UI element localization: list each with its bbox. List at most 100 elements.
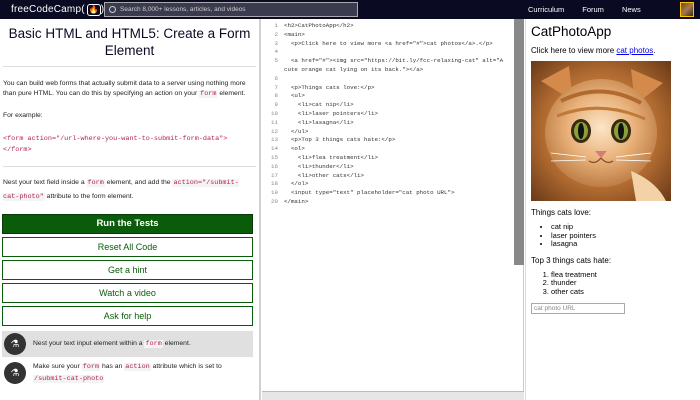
line-number: 13	[271, 136, 278, 144]
test-item: ⚗ Nest your text input element within a …	[2, 331, 253, 357]
flask-icon: ⚗	[4, 333, 26, 355]
code-text: </ol>	[284, 180, 309, 188]
challenge-instructions: Nest your text field inside a form eleme…	[3, 176, 255, 204]
freecodecamp-logo[interactable]: freeCodeCamp( 🔥 )	[11, 3, 104, 16]
line-number: 4	[274, 48, 278, 56]
code-text: <li>laser pointers</li>	[284, 110, 378, 117]
code-text: <li>flea treatment</li>	[284, 154, 378, 161]
inline-code: form	[86, 179, 105, 187]
reset-code-button[interactable]: Reset All Code	[2, 237, 253, 257]
code-text: <ul>	[284, 92, 305, 100]
editor-horizontal-scrollbar[interactable]	[262, 391, 524, 400]
line-number: 16	[271, 162, 278, 170]
cat-image[interactable]	[531, 61, 671, 201]
flame-icon: 🔥	[86, 3, 101, 16]
cat-photos-link[interactable]: cat photos	[616, 46, 653, 55]
line-number: 20	[271, 198, 278, 205]
search-icon	[109, 6, 116, 13]
top-nav: freeCodeCamp( 🔥 ) Search 8,000+ lessons,…	[0, 0, 700, 19]
code-line[interactable]: 19 <input type="text" placeholder="cat p…	[262, 188, 523, 197]
code-text: <input type="text" placeholder="cat phot…	[284, 189, 455, 197]
code-line[interactable]: 17 <li>other cats</li>	[262, 171, 523, 180]
flask-icon: ⚗	[4, 362, 26, 384]
preview-panel: CatPhotoApp Click here to view more cat …	[525, 19, 700, 400]
code-line[interactable]: 20 </main>	[262, 197, 523, 206]
preview-paragraph: Click here to view more cat photos.	[531, 46, 700, 55]
run-tests-button[interactable]: Run the Tests	[2, 214, 253, 234]
code-line[interactable]: 3 <p>Click here to view more <a href="#"…	[262, 39, 523, 48]
line-number: 6	[274, 74, 278, 82]
code-text: </main>	[284, 198, 309, 205]
list-item: lasagna	[551, 239, 700, 249]
example-code: <form action="/url-where-you-want-to-sub…	[3, 134, 255, 156]
code-text: <ol>	[284, 145, 305, 153]
challenge-panel: Basic HTML and HTML5: Create a Form Elem…	[0, 19, 261, 400]
code-text: <main>	[284, 30, 305, 38]
instr-text: Nest your text field inside a	[3, 179, 87, 186]
cat-photo-url-input[interactable]: cat photo URL	[531, 303, 625, 314]
code-line[interactable]: 7 <p>Things cats love:</p>	[262, 83, 523, 92]
code-line[interactable]: 10 <li>laser pointers</li>	[262, 109, 523, 118]
code-text: <h2>CatPhotoApp</h2>	[284, 22, 354, 29]
code-text: <li>lasagna</li>	[284, 118, 354, 126]
code-text: <p>Things cats love:</p>	[284, 83, 375, 91]
inline-code: form	[199, 90, 218, 98]
inline-code: form	[144, 340, 163, 348]
search-placeholder: Search 8,000+ lessons, articles, and vid…	[120, 6, 246, 13]
code-text: <li>other cats</li>	[284, 171, 365, 179]
instr-text: element, and add the	[104, 179, 173, 186]
code-text: <li>thunder</li>	[284, 162, 354, 170]
search-input[interactable]: Search 8,000+ lessons, articles, and vid…	[104, 2, 358, 17]
code-text: <p>Top 3 things cats hate:</p>	[284, 136, 396, 144]
list-item: other cats	[551, 287, 700, 297]
divider	[3, 66, 256, 67]
code-line[interactable]: 11 <li>lasagna</li>	[262, 118, 523, 127]
code-line[interactable]: 6	[262, 74, 523, 83]
code-text: </ul>	[284, 127, 309, 135]
nav-link-curriculum[interactable]: Curriculum	[528, 5, 564, 14]
line-number: 15	[271, 154, 278, 161]
nav-link-news[interactable]: News	[622, 5, 641, 14]
code-line[interactable]: 18 </ol>	[262, 179, 523, 188]
challenge-intro: You can build web forms that actually su…	[3, 79, 255, 99]
watch-video-button[interactable]: Watch a video	[2, 283, 253, 303]
test-text-part: element.	[162, 340, 191, 347]
code-line[interactable]: 5 <a href="#"><img src="https://bit.ly/f…	[262, 56, 523, 65]
code-line[interactable]: 12 </ul>	[262, 127, 523, 136]
editor-scrollbar[interactable]	[514, 19, 524, 265]
line-number: 9	[274, 101, 278, 109]
line-number: 1	[274, 22, 278, 29]
instr-text: attribute to the form element.	[44, 193, 134, 200]
divider	[3, 166, 256, 167]
line-number: 3	[274, 39, 278, 47]
code-line[interactable]: 16 <li>thunder</li>	[262, 162, 523, 171]
logo-text: freeCodeCamp(	[11, 4, 85, 15]
code-text: <li>cat nip</li>	[284, 101, 354, 109]
line-number: 17	[271, 171, 278, 179]
code-text: <p>Click here to view more <a href="#">c…	[284, 39, 493, 47]
line-number: 11	[271, 118, 278, 126]
code-line[interactable]: 15 <li>flea treatment</li>	[262, 153, 523, 162]
line-number: 14	[271, 145, 278, 153]
code-line[interactable]: 4	[262, 47, 523, 56]
code-line[interactable]: 8 <ul>	[262, 91, 523, 100]
inline-code: /submit-cat-photo	[33, 375, 105, 383]
nav-links: Curriculum Forum News	[528, 0, 659, 19]
test-text-part: has an	[100, 363, 125, 370]
code-line[interactable]: 13 <p>Top 3 things cats hate:</p>	[262, 135, 523, 144]
ask-help-button[interactable]: Ask for help	[2, 306, 253, 326]
code-editor[interactable]: 1 <h2>CatPhotoApp</h2> 2 <main> 3 <p>Click h…	[262, 19, 524, 391]
cat-photo-drawing	[531, 61, 671, 201]
code-line[interactable]: 2 <main>	[262, 30, 523, 39]
user-avatar[interactable]	[680, 2, 694, 17]
test-text-part: Nest your text input element within a	[33, 340, 145, 347]
code-line[interactable]: 14 <ol>	[262, 144, 523, 153]
hate-label: Top 3 things cats hate:	[531, 255, 612, 265]
line-number: 2	[274, 30, 278, 38]
preview-text: Click here to view more	[531, 46, 617, 55]
get-hint-button[interactable]: Get a hint	[2, 260, 253, 280]
code-line[interactable]: 1 <h2>CatPhotoApp</h2>	[262, 21, 523, 30]
code-line[interactable]: 9 <li>cat nip</li>	[262, 100, 523, 109]
nav-link-forum[interactable]: Forum	[582, 5, 604, 14]
code-line[interactable]: cute orange cat lying on its back."></a>	[262, 65, 523, 74]
